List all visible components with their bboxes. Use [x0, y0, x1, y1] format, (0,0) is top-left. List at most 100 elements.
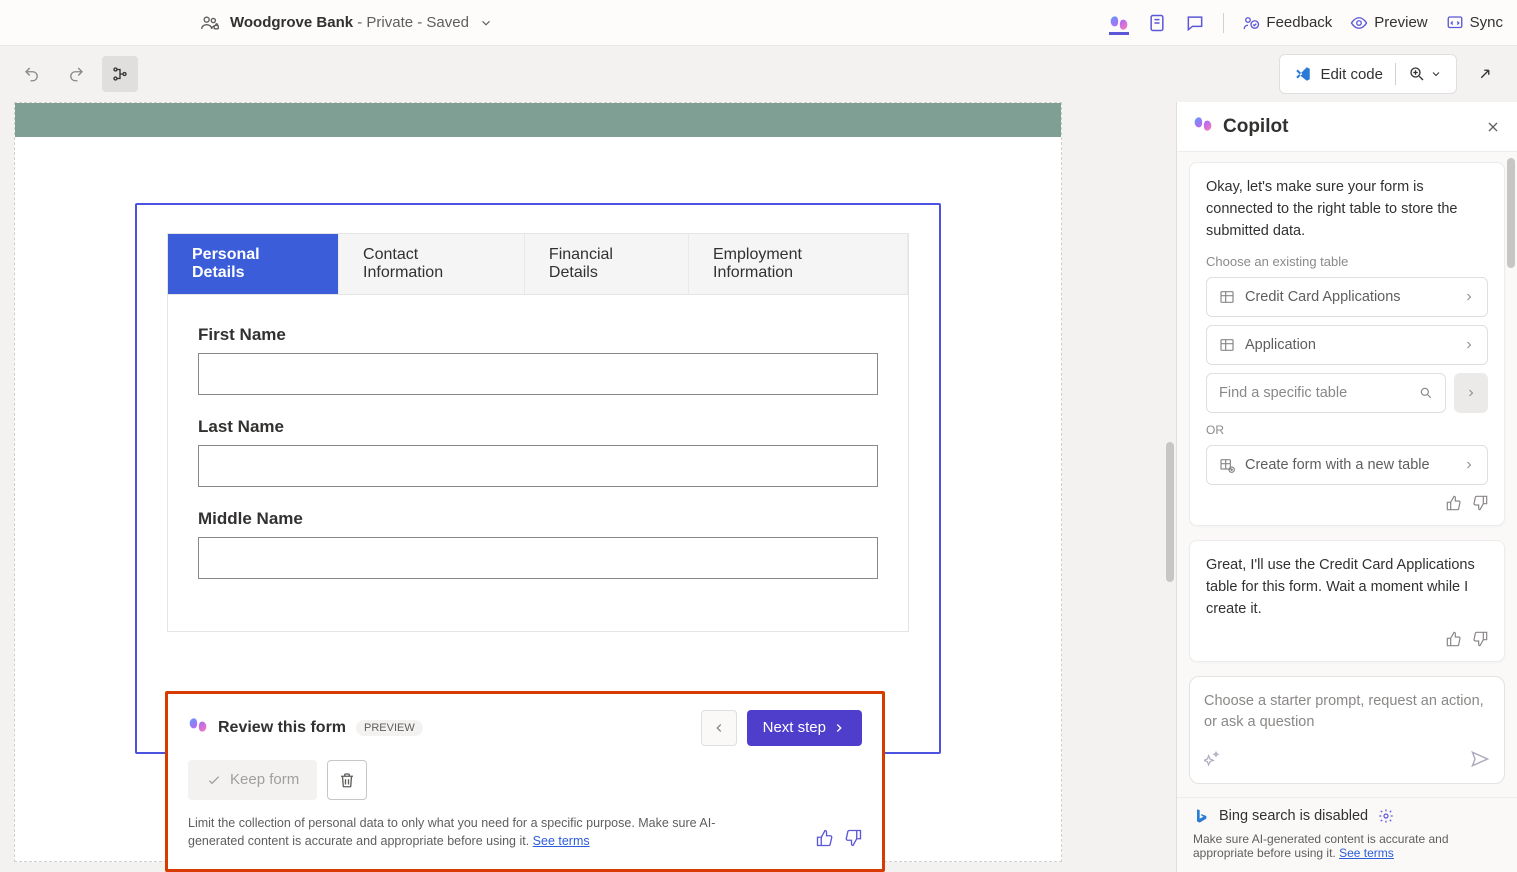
- footer-disclaimer: Make sure AI-generated content is accura…: [1193, 832, 1501, 860]
- form-fields: First Name Last Name Middle Name: [167, 295, 909, 632]
- tab-employment-information[interactable]: Employment Information: [689, 234, 908, 294]
- middle-name-input[interactable]: [198, 537, 878, 579]
- sparkle-icon[interactable]: [1204, 751, 1220, 767]
- table-option-application[interactable]: Application: [1206, 325, 1488, 365]
- next-step-button[interactable]: Next step: [747, 710, 862, 746]
- expand-button[interactable]: [1467, 56, 1503, 92]
- create-new-table-label: Create form with a new table: [1245, 457, 1430, 473]
- keep-form-button[interactable]: Keep form: [188, 760, 317, 800]
- copilot-sidebar: Copilot Okay, let's make sure your form …: [1176, 102, 1517, 872]
- copilot-header: Copilot: [1177, 102, 1517, 152]
- document-state: - Private - Saved: [353, 14, 469, 31]
- redo-button[interactable]: [58, 56, 94, 92]
- copilot-body: Okay, let's make sure your form is conne…: [1177, 152, 1517, 797]
- find-table-input[interactable]: Find a specific table: [1206, 373, 1446, 413]
- review-note-text: Limit the collection of personal data to…: [188, 816, 715, 849]
- thumbs-down-icon[interactable]: [1472, 495, 1488, 511]
- preview-label: Preview: [1374, 14, 1427, 31]
- app-topbar: Woodgrove Bank - Private - Saved Feedbac…: [0, 0, 1517, 46]
- copilot-title: Copilot: [1223, 116, 1288, 138]
- undo-button[interactable]: [14, 56, 50, 92]
- table-option-label: Credit Card Applications: [1245, 289, 1401, 305]
- new-table-icon: [1219, 457, 1235, 473]
- copilot-icon: [188, 715, 208, 740]
- see-terms-link[interactable]: See terms: [1339, 846, 1394, 860]
- preview-badge: PREVIEW: [356, 720, 423, 736]
- notes-icon[interactable]: [1147, 13, 1167, 33]
- field-last-name: Last Name: [198, 417, 878, 487]
- page-banner: [15, 103, 1061, 137]
- edit-code-label: Edit code: [1320, 66, 1383, 83]
- source-tree-button[interactable]: [102, 56, 138, 92]
- copilot-input-placeholder: Choose a starter prompt, request an acti…: [1204, 691, 1490, 739]
- chevron-right-icon: [1463, 459, 1475, 471]
- copilot-icon[interactable]: [1109, 15, 1129, 35]
- review-disclaimer: Limit the collection of personal data to…: [188, 814, 748, 852]
- chat-icon[interactable]: [1185, 13, 1205, 33]
- or-label: OR: [1206, 423, 1488, 437]
- review-form-callout: Review this form PREVIEW Next step Ke: [165, 691, 885, 872]
- people-icon: [200, 13, 220, 33]
- table-option-credit-card[interactable]: Credit Card Applications: [1206, 277, 1488, 317]
- canvas-scrollbar[interactable]: [1166, 442, 1174, 582]
- send-icon[interactable]: [1470, 749, 1490, 769]
- next-step-label: Next step: [763, 719, 826, 736]
- tab-contact-information[interactable]: Contact Information: [339, 234, 525, 294]
- form-tabs: Personal Details Contact Information Fin…: [167, 233, 909, 295]
- create-new-table-option[interactable]: Create form with a new table: [1206, 445, 1488, 485]
- see-terms-link[interactable]: See terms: [533, 834, 590, 848]
- main-area: Personal Details Contact Information Fin…: [0, 102, 1517, 872]
- feedback-action[interactable]: Feedback: [1242, 14, 1332, 32]
- copilot-message-card: Great, I'll use the Credit Card Applicat…: [1189, 540, 1505, 661]
- preview-action[interactable]: Preview: [1350, 14, 1427, 32]
- keep-form-label: Keep form: [230, 771, 299, 788]
- field-middle-name: Middle Name: [198, 509, 878, 579]
- bing-disabled-label: Bing search is disabled: [1219, 808, 1368, 824]
- thumbs-down-icon[interactable]: [844, 829, 862, 847]
- table-icon: [1219, 337, 1235, 353]
- copilot-message-card: Okay, let's make sure your form is conne…: [1189, 162, 1505, 526]
- gear-icon[interactable]: [1378, 808, 1394, 824]
- document-title-group: Woodgrove Bank - Private - Saved: [200, 13, 493, 33]
- delete-form-button[interactable]: [327, 760, 367, 800]
- table-option-label: Application: [1245, 337, 1316, 353]
- footer-note-text: Make sure AI-generated content is accura…: [1193, 832, 1449, 860]
- choose-table-label: Choose an existing table: [1206, 254, 1488, 269]
- feedback-label: Feedback: [1266, 14, 1332, 31]
- thumbs-up-icon[interactable]: [816, 829, 834, 847]
- first-name-input[interactable]: [198, 353, 878, 395]
- find-table-go-button[interactable]: [1454, 373, 1488, 413]
- design-canvas[interactable]: Personal Details Contact Information Fin…: [0, 102, 1176, 872]
- prev-step-button[interactable]: [701, 710, 737, 746]
- form-selected-outline[interactable]: Personal Details Contact Information Fin…: [135, 203, 941, 754]
- field-first-name: First Name: [198, 325, 878, 395]
- copilot-message-1: Okay, let's make sure your form is conne…: [1206, 177, 1488, 242]
- copilot-input[interactable]: Choose a starter prompt, request an acti…: [1189, 676, 1505, 784]
- last-name-input[interactable]: [198, 445, 878, 487]
- editor-toolbar: Edit code: [0, 46, 1517, 102]
- search-icon: [1419, 386, 1433, 400]
- sync-action[interactable]: Sync: [1446, 14, 1503, 32]
- bing-icon: [1193, 808, 1209, 824]
- field-label: Middle Name: [198, 509, 878, 529]
- table-icon: [1219, 289, 1235, 305]
- tab-financial-details[interactable]: Financial Details: [525, 234, 689, 294]
- thumbs-up-icon[interactable]: [1446, 631, 1462, 647]
- separator: [1223, 13, 1224, 33]
- document-title[interactable]: Woodgrove Bank - Private - Saved: [230, 14, 469, 31]
- edit-code-button[interactable]: Edit code: [1279, 54, 1457, 94]
- field-label: First Name: [198, 325, 878, 345]
- thumbs-up-icon[interactable]: [1446, 495, 1462, 511]
- topbar-actions: Feedback Preview Sync: [1109, 13, 1507, 33]
- thumbs-down-icon[interactable]: [1472, 631, 1488, 647]
- field-label: Last Name: [198, 417, 878, 437]
- chevron-right-icon: [1463, 339, 1475, 351]
- tab-personal-details[interactable]: Personal Details: [168, 234, 339, 294]
- close-icon[interactable]: [1485, 119, 1501, 135]
- find-table-placeholder: Find a specific table: [1219, 385, 1347, 401]
- zoom-control[interactable]: [1408, 65, 1442, 83]
- sync-label: Sync: [1470, 14, 1503, 31]
- chevron-down-icon[interactable]: [479, 16, 493, 30]
- sidebar-scrollbar[interactable]: [1507, 158, 1515, 268]
- copilot-icon: [1193, 114, 1213, 140]
